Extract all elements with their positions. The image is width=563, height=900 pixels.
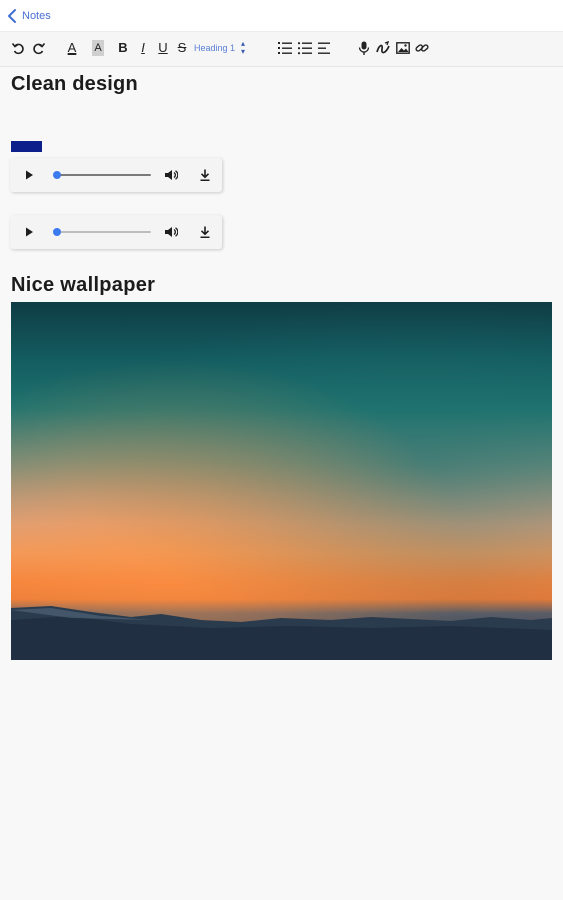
undo-icon[interactable] xyxy=(10,40,26,56)
mountains-silhouette xyxy=(11,606,552,660)
align-left-icon[interactable] xyxy=(317,40,333,56)
link-icon[interactable] xyxy=(414,40,430,56)
audio-progress-thumb[interactable] xyxy=(53,228,61,236)
heading-select-value: Heading 1 xyxy=(194,43,236,53)
play-icon[interactable] xyxy=(23,169,35,181)
bold-icon[interactable]: B xyxy=(115,40,131,56)
font-color-icon[interactable]: A xyxy=(64,40,80,56)
back-label: Notes xyxy=(22,9,51,22)
editor-toolbar: A A B I U S Heading 1 ▴ ▾ xyxy=(0,31,563,67)
italic-letter: I xyxy=(141,40,145,55)
audio-progress-track[interactable] xyxy=(56,231,151,233)
heading-nice-wallpaper: Nice wallpaper xyxy=(11,274,156,296)
redo-icon[interactable] xyxy=(31,40,47,56)
bold-letter: B xyxy=(118,40,128,55)
chevron-left-icon xyxy=(8,8,16,23)
numbered-list-icon[interactable] xyxy=(277,40,293,56)
underline-icon[interactable]: U xyxy=(155,40,171,56)
download-icon[interactable] xyxy=(198,225,212,239)
select-arrows-icon: ▴ ▾ xyxy=(241,39,246,56)
underline-letter: U xyxy=(158,40,168,55)
image-icon[interactable] xyxy=(395,40,411,56)
audio-player-1 xyxy=(10,158,222,192)
drawing-icon[interactable] xyxy=(375,40,391,56)
audio-player-2 xyxy=(10,215,222,249)
microphone-icon[interactable] xyxy=(356,40,372,56)
volume-icon[interactable] xyxy=(164,225,178,239)
wallpaper-image[interactable] xyxy=(11,302,552,660)
download-icon[interactable] xyxy=(198,168,212,182)
text-selection-highlight xyxy=(11,141,42,152)
italic-icon[interactable]: I xyxy=(135,40,151,56)
heading-clean-design: Clean design xyxy=(11,73,138,95)
highlight-letter: A xyxy=(92,40,104,56)
bulleted-list-icon[interactable] xyxy=(297,40,313,56)
volume-icon[interactable] xyxy=(164,168,178,182)
heading-select[interactable]: Heading 1 ▴ ▾ xyxy=(194,39,246,56)
top-bar: Notes xyxy=(0,0,563,31)
play-icon[interactable] xyxy=(23,226,35,238)
audio-progress-track[interactable] xyxy=(56,174,151,176)
back-button[interactable]: Notes xyxy=(5,8,51,24)
strikethrough-icon[interactable]: S xyxy=(174,40,190,56)
font-color-letter: A xyxy=(67,40,77,55)
highlight-icon[interactable]: A xyxy=(90,40,106,56)
strikethrough-letter: S xyxy=(177,40,187,55)
audio-progress-thumb[interactable] xyxy=(53,171,61,179)
